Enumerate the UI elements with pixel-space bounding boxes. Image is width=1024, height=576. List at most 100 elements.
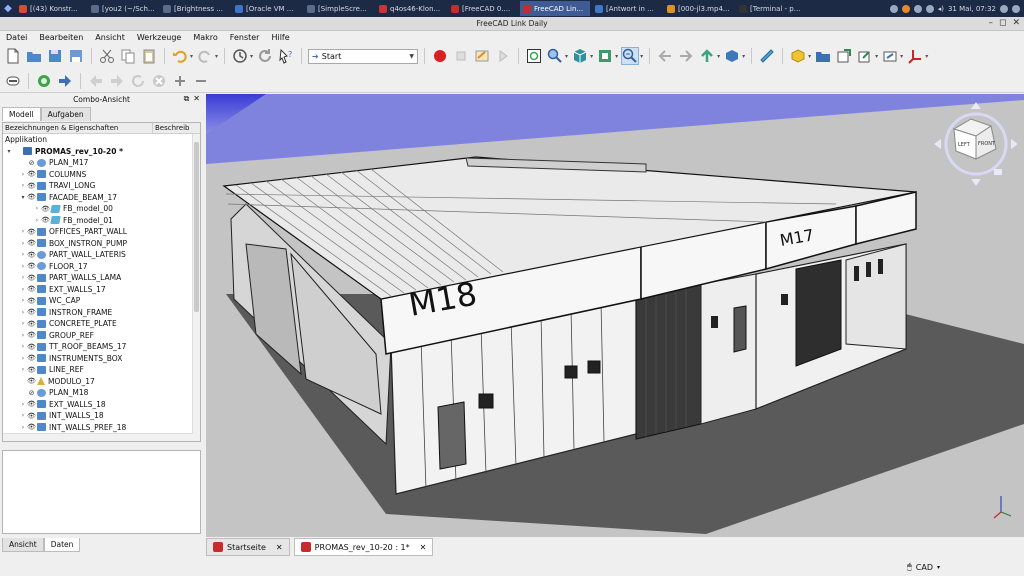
- expand-arrow-icon[interactable]: ▾: [19, 194, 27, 201]
- tab-modell[interactable]: Modell: [2, 107, 41, 121]
- expand-arrow-icon[interactable]: ›: [19, 309, 27, 316]
- tree-item[interactable]: › 👁 INT_WALLS_18: [3, 410, 200, 422]
- expand-arrow-icon[interactable]: ›: [19, 332, 27, 339]
- nav-forward-icon[interactable]: [677, 47, 695, 65]
- taskbar-task[interactable]: [(43) Konstr...: [16, 1, 86, 16]
- link-actions-dropdown-icon[interactable]: ▾: [875, 53, 878, 60]
- chevron-down-icon[interactable]: ▾: [937, 564, 940, 571]
- web-forward-icon[interactable]: [108, 72, 126, 90]
- expand-arrow-icon[interactable]: ›: [33, 217, 41, 224]
- taskbar-task[interactable]: [you2 (~/Sch...: [88, 1, 158, 16]
- expand-arrow-icon[interactable]: ›: [19, 286, 27, 293]
- start-menu-icon[interactable]: ◆: [0, 0, 16, 17]
- tree-item[interactable]: › 👁 PART_WALL_LATERIS: [3, 249, 200, 261]
- link-select-dropdown-icon[interactable]: ▾: [900, 53, 903, 60]
- close-tab-icon[interactable]: ✕: [420, 543, 427, 552]
- expand-arrow-icon[interactable]: ›: [19, 263, 27, 270]
- visibility-icon[interactable]: 👁: [27, 285, 36, 293]
- tree-item[interactable]: › 👁 CONCRETE_PLATE: [3, 318, 200, 330]
- taskbar-task[interactable]: [Brightness ...: [160, 1, 230, 16]
- visibility-icon[interactable]: 👁: [27, 251, 36, 259]
- menu-datei[interactable]: Datei: [4, 33, 29, 42]
- tab-promas[interactable]: PROMAS_rev_10-20 : 1* ✕: [293, 538, 434, 556]
- save-button[interactable]: [46, 47, 64, 65]
- column-header-description[interactable]: Beschreib: [153, 123, 200, 133]
- float-panel-icon[interactable]: ⧉: [184, 94, 190, 104]
- 3d-scene[interactable]: M18 M17 LEFT FRONT: [206, 94, 1024, 537]
- tray-icon[interactable]: [925, 4, 934, 13]
- visibility-icon[interactable]: 👁: [27, 297, 36, 305]
- visibility-icon[interactable]: 👁: [27, 193, 36, 201]
- copy-icon[interactable]: [119, 47, 137, 65]
- expand-arrow-icon[interactable]: ▾: [5, 148, 13, 155]
- coordinate-system-icon[interactable]: [906, 47, 924, 65]
- tree-item[interactable]: ▾ PROMAS_rev_10-20 *: [3, 146, 200, 158]
- tree-item[interactable]: ⊘ PLAN_M18: [3, 387, 200, 399]
- navigation-style[interactable]: CAD: [916, 563, 933, 572]
- visibility-icon[interactable]: 👁: [27, 354, 36, 362]
- menu-werkzeuge[interactable]: Werkzeuge: [135, 33, 183, 42]
- visibility-icon[interactable]: ⊘: [27, 389, 36, 397]
- expand-arrow-icon[interactable]: ›: [19, 297, 27, 304]
- visibility-icon[interactable]: 👁: [41, 205, 50, 213]
- expand-arrow-icon[interactable]: ›: [19, 274, 27, 281]
- menu-hilfe[interactable]: Hilfe: [269, 33, 291, 42]
- refresh-dropdown-icon[interactable]: ▾: [250, 53, 253, 60]
- measure-icon[interactable]: [758, 47, 776, 65]
- whats-this-icon[interactable]: ?: [277, 47, 295, 65]
- visibility-icon[interactable]: 👁: [27, 412, 36, 420]
- box-zoom-dropdown-icon[interactable]: ▾: [640, 53, 643, 60]
- visibility-icon[interactable]: 👁: [41, 216, 50, 224]
- nav-up-icon[interactable]: [698, 47, 716, 65]
- tree-item[interactable]: › 👁 INSTRUMENTS_BOX: [3, 353, 200, 365]
- menu-bearbeiten[interactable]: Bearbeiten: [37, 33, 85, 42]
- tree-item[interactable]: › 👁 FLOOR_17: [3, 261, 200, 273]
- expand-arrow-icon[interactable]: ›: [19, 355, 27, 362]
- tray-icon[interactable]: [889, 4, 898, 13]
- taskbar-task[interactable]: [000-jl3.mp4...: [664, 1, 734, 16]
- expand-arrow-icon[interactable]: ›: [19, 366, 27, 373]
- expand-arrow-icon[interactable]: ›: [19, 182, 27, 189]
- tab-aufgaben[interactable]: Aufgaben: [40, 107, 91, 121]
- web-refresh-icon[interactable]: [129, 72, 147, 90]
- tree-item[interactable]: › 👁 WC_CAP: [3, 295, 200, 307]
- web-zoom-out-icon[interactable]: [192, 72, 210, 90]
- undo-icon[interactable]: [171, 47, 189, 65]
- visibility-icon[interactable]: 👁: [27, 274, 36, 282]
- tree-item[interactable]: › 👁 LINE_REF: [3, 364, 200, 376]
- visibility-icon[interactable]: 👁: [27, 239, 36, 247]
- visibility-icon[interactable]: 👁: [27, 228, 36, 236]
- tree-item[interactable]: › 👁 OFFICES_PART_WALL: [3, 226, 200, 238]
- clock[interactable]: 31 Mai, 07:32: [948, 5, 996, 13]
- draw-style-icon[interactable]: [596, 47, 614, 65]
- close-panel-icon[interactable]: ✕: [193, 94, 200, 104]
- menu-ansicht[interactable]: Ansicht: [93, 33, 127, 42]
- expand-arrow-icon[interactable]: ›: [19, 251, 27, 258]
- taskbar-task[interactable]: [SimpleScre...: [304, 1, 374, 16]
- tree-item[interactable]: › 👁 TRAVI_LONG: [3, 180, 200, 192]
- visibility-icon[interactable]: 👁: [27, 308, 36, 316]
- tree-item[interactable]: › 👁 COLUMNS: [3, 169, 200, 181]
- navcube-menu-icon[interactable]: [994, 169, 1002, 175]
- close-tab-icon[interactable]: ✕: [276, 543, 283, 552]
- visibility-icon[interactable]: 👁: [27, 400, 36, 408]
- fit-all-icon[interactable]: [525, 47, 543, 65]
- tab-startseite[interactable]: Startseite ✕: [206, 538, 290, 556]
- create-group-icon[interactable]: [814, 47, 832, 65]
- refresh-icon[interactable]: [231, 47, 249, 65]
- view-dropdown-icon[interactable]: ▾: [590, 53, 593, 60]
- tab-ansicht[interactable]: Ansicht: [2, 538, 44, 552]
- visibility-icon[interactable]: 👁: [27, 377, 36, 385]
- taskbar-task[interactable]: FreeCAD Lin...: [520, 1, 590, 16]
- tree-item[interactable]: 👁 MODULO_17: [3, 376, 200, 388]
- visibility-icon[interactable]: 👁: [27, 331, 36, 339]
- nav-back-icon[interactable]: [656, 47, 674, 65]
- workbench-selector[interactable]: ➔ Start ▼: [308, 48, 419, 64]
- menu-fenster[interactable]: Fenster: [228, 33, 262, 42]
- new-document-button[interactable]: [4, 47, 22, 65]
- tree-item[interactable]: ⊘ PLAN_M17: [3, 157, 200, 169]
- expand-arrow-icon[interactable]: ›: [19, 424, 27, 431]
- taskbar-task[interactable]: [FreeCAD 0....: [448, 1, 518, 16]
- expand-arrow-icon[interactable]: ›: [19, 401, 27, 408]
- taskbar-task[interactable]: [Antwort in ...: [592, 1, 662, 16]
